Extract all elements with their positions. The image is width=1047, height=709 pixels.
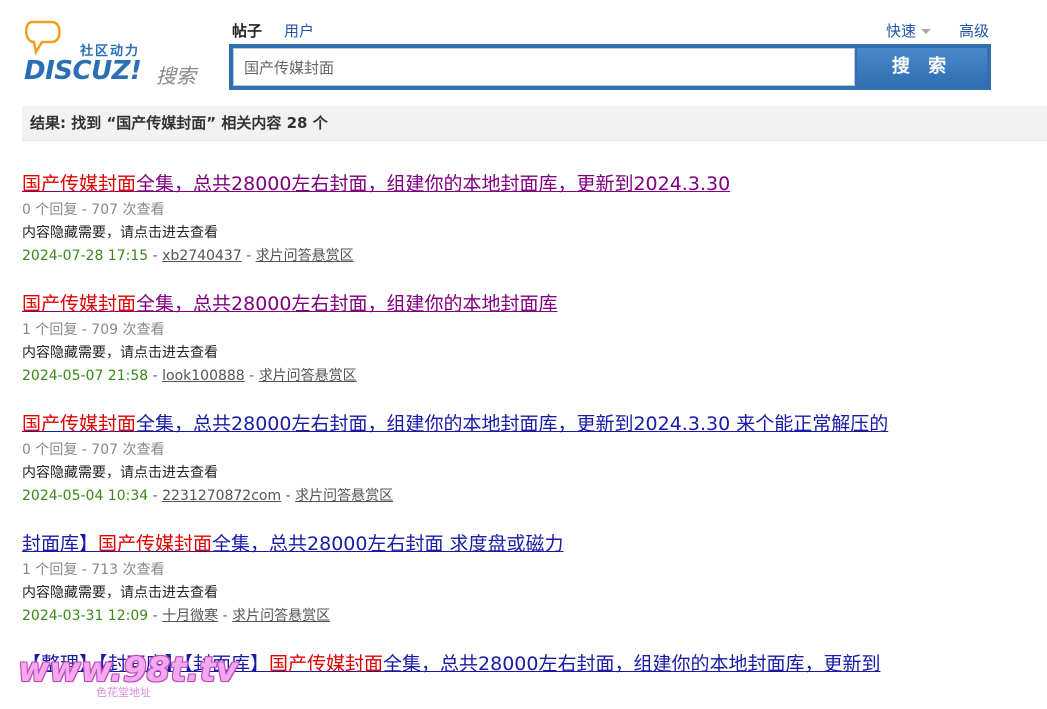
search-box: 国产传媒封面 搜 索 xyxy=(229,44,991,90)
result-stats: 0 个回复 - 707 次查看 xyxy=(22,202,165,218)
logo-wordmark: DISCUZ! xyxy=(24,56,142,86)
result-desc: 内容隐藏需要，请点击进去查看 xyxy=(22,465,218,481)
result-author-link[interactable]: 2231270872com xyxy=(162,488,281,504)
site-watermark: www.98t.tv 色花堂地址 xyxy=(18,650,238,699)
result-title-link[interactable]: 封面库】国产传媒封面全集，总共28000左右封面 求度盘或磁力 xyxy=(22,530,1042,558)
search-button[interactable]: 搜 索 xyxy=(857,48,987,86)
result-item: 封面库】国产传媒封面全集，总共28000左右封面 求度盘或磁力 1 个回复 - … xyxy=(22,530,1042,628)
result-author-link[interactable]: xb2740437 xyxy=(162,248,242,264)
result-forum-link[interactable]: 求片问答悬赏区 xyxy=(232,608,330,624)
tab-threads[interactable]: 帖子 xyxy=(232,20,262,41)
result-meta: 2024-05-04 10:34 - 2231270872com - 求片问答悬… xyxy=(22,488,394,504)
results-list: 国产传媒封面全集，总共28000左右封面，组建你的本地封面库，更新到2024.3… xyxy=(22,170,1042,700)
result-summary: 结果: 找到 “国产传媒封面” 相关内容 28 个 xyxy=(22,106,1047,141)
search-input[interactable]: 国产传媒封面 xyxy=(233,48,855,86)
quick-search-dropdown[interactable]: 快速 xyxy=(886,20,931,41)
watermark-subtext: 色花堂地址 xyxy=(96,686,151,699)
result-desc: 内容隐藏需要，请点击进去查看 xyxy=(22,345,218,361)
result-forum-link[interactable]: 求片问答悬赏区 xyxy=(259,368,357,384)
result-desc: 内容隐藏需要，请点击进去查看 xyxy=(22,585,218,601)
result-date: 2024-05-07 21:58 xyxy=(22,368,149,384)
result-date: 2024-07-28 17:15 xyxy=(22,248,149,264)
logo-search-word: 搜索 xyxy=(156,64,196,88)
result-item: 国产传媒封面全集，总共28000左右封面，组建你的本地封面库，更新到2024.3… xyxy=(22,170,1042,268)
result-meta: 2024-07-28 17:15 - xb2740437 - 求片问答悬赏区 xyxy=(22,248,354,264)
keyword-highlight: 国产传媒封面 xyxy=(22,173,137,195)
result-title-link[interactable]: 国产传媒封面全集，总共28000左右封面，组建你的本地封面库 xyxy=(22,290,1042,318)
result-item: 国产传媒封面全集，总共28000左右封面，组建你的本地封面库 1 个回复 - 7… xyxy=(22,290,1042,388)
result-meta: 2024-05-07 21:58 - look100888 - 求片问答悬赏区 xyxy=(22,368,357,384)
keyword-highlight: 国产传媒封面 xyxy=(269,653,384,675)
result-item: 国产传媒封面全集，总共28000左右封面，组建你的本地封面库，更新到2024.3… xyxy=(22,410,1042,508)
result-stats: 1 个回复 - 713 次查看 xyxy=(22,562,165,578)
result-meta: 2024-03-31 12:09 - 十月微寒 - 求片问答悬赏区 xyxy=(22,608,331,624)
result-title-link[interactable]: 国产传媒封面全集，总共28000左右封面，组建你的本地封面库，更新到2024.3… xyxy=(22,410,1042,438)
result-stats: 0 个回复 - 707 次查看 xyxy=(22,442,165,458)
tab-users[interactable]: 用户 xyxy=(284,20,314,41)
keyword-highlight: 国产传媒封面 xyxy=(22,293,137,315)
caret-down-icon xyxy=(920,29,931,34)
search-type-tabs: 帖子 用户 xyxy=(232,20,314,41)
result-date: 2024-05-04 10:34 xyxy=(22,488,149,504)
search-mode-links: 快速 高级 xyxy=(886,20,989,41)
speech-bubble-icon xyxy=(25,20,61,56)
result-date: 2024-03-31 12:09 xyxy=(22,608,149,624)
keyword-highlight: 国产传媒封面 xyxy=(22,413,137,435)
result-author-link[interactable]: look100888 xyxy=(162,368,245,384)
result-author-link[interactable]: 十月微寒 xyxy=(162,608,218,624)
result-forum-link[interactable]: 求片问答悬赏区 xyxy=(256,248,354,264)
discuz-logo[interactable]: 社区动力 DISCUZ! 搜索 xyxy=(22,18,212,88)
result-stats: 1 个回复 - 709 次查看 xyxy=(22,322,165,338)
advanced-search-link[interactable]: 高级 xyxy=(959,20,989,41)
result-desc: 内容隐藏需要，请点击进去查看 xyxy=(22,225,218,241)
quick-search-label: 快速 xyxy=(885,22,916,40)
result-title-link[interactable]: 国产传媒封面全集，总共28000左右封面，组建你的本地封面库，更新到2024.3… xyxy=(22,170,1042,198)
keyword-highlight: 国产传媒封面 xyxy=(98,533,213,555)
result-forum-link[interactable]: 求片问答悬赏区 xyxy=(295,488,393,504)
